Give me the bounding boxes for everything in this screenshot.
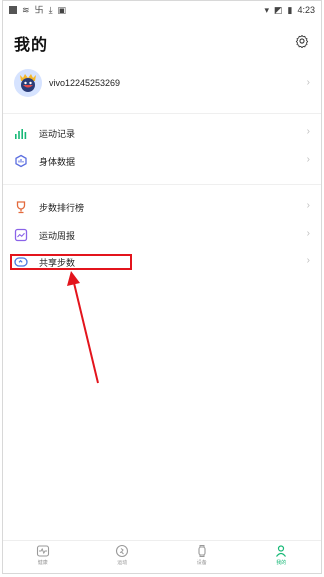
chevron-right-icon: ›: [306, 126, 310, 137]
trophy-icon: [16, 201, 26, 214]
notification-icon: 卐: [34, 5, 44, 15]
menu-item-label: 身体数据: [39, 157, 76, 167]
signal-icon: ≋: [22, 5, 30, 15]
menu-item-weekly-report[interactable]: 运动周报 ›: [3, 222, 321, 248]
status-bar: ≋ 卐 ⤓ ▣ ▾ ◩ ▮ 4:23: [3, 1, 321, 21]
menu-item-body-data[interactable]: 身体数据 ›: [3, 148, 321, 174]
app-notification-icon: [9, 6, 17, 14]
highlight-box: [10, 254, 132, 270]
chevron-right-icon: ›: [306, 200, 310, 211]
menu-item-label: 运动记录: [39, 129, 76, 139]
tab-me[interactable]: 我的: [242, 541, 322, 573]
tab-label: 运动: [117, 560, 128, 566]
watch-icon: [198, 545, 206, 557]
battery-icon: ▮: [287, 5, 293, 15]
tab-exercise[interactable]: 运动: [83, 541, 163, 573]
tab-device[interactable]: 设备: [162, 541, 242, 573]
menu-item-step-leaderboard[interactable]: 步数排行榜 ›: [3, 194, 321, 220]
tab-label: 我的: [276, 560, 287, 566]
wifi-icon: ▾: [264, 5, 269, 15]
running-icon: [116, 544, 129, 558]
tab-label: 设备: [196, 560, 207, 566]
chevron-right-icon: ›: [306, 228, 310, 239]
sim-icon: ◩: [274, 5, 283, 15]
chevron-right-icon: ›: [306, 255, 310, 266]
menu-item-label: 运动周报: [39, 231, 76, 241]
menu-item-label: 步数排行榜: [39, 203, 85, 213]
body-data-icon: [15, 154, 27, 168]
heart-pulse-icon: [36, 545, 49, 557]
bottom-nav: 健康 运动 设备 我的: [3, 540, 321, 573]
username: vivo12245253269: [49, 78, 121, 88]
image-icon: ▣: [57, 5, 67, 15]
chevron-right-icon: ›: [306, 77, 310, 88]
divider: [3, 184, 321, 185]
phone-screen: ≋ 卐 ⤓ ▣ ▾ ◩ ▮ 4:23 我的 vivo12245253269 › …: [2, 0, 322, 574]
profile-row[interactable]: vivo12245253269 ›: [3, 67, 321, 103]
bar-chart-icon: [15, 129, 27, 139]
avatar: [14, 69, 42, 97]
weekly-report-icon: [14, 228, 28, 242]
divider: [3, 113, 321, 114]
clock: 4:23: [297, 5, 315, 15]
chevron-right-icon: ›: [306, 154, 310, 165]
gear-icon[interactable]: [295, 34, 309, 48]
person-icon: [276, 545, 287, 557]
download-icon: ⤓: [48, 5, 53, 15]
tab-label: 健康: [37, 560, 48, 566]
tab-health[interactable]: 健康: [3, 541, 83, 573]
menu-item-exercise-records[interactable]: 运动记录 ›: [3, 120, 321, 146]
page-title: 我的: [14, 37, 49, 54]
